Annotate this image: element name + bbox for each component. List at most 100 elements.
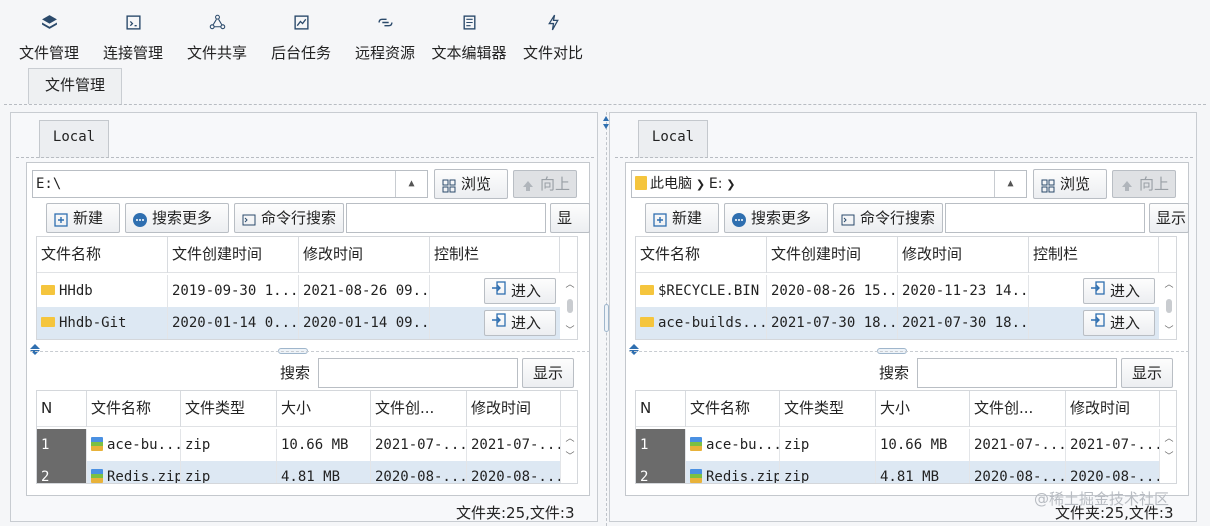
search-input[interactable] xyxy=(917,358,1117,388)
chevron-updown-icon[interactable]: ▲ xyxy=(994,171,1026,197)
scroll-up-icon[interactable]: ︿ xyxy=(563,431,577,444)
table-row[interactable]: $RECYCLE.BIN 2020-08-26 15... 2020-11-23… xyxy=(636,275,1159,307)
command-search-input[interactable] xyxy=(945,203,1145,233)
path-combobox[interactable]: E:\ ▲ xyxy=(32,170,428,198)
tab-local[interactable]: Local xyxy=(39,120,109,158)
column-header[interactable]: 文件名称 xyxy=(686,391,780,427)
column-header[interactable]: 修改时间 xyxy=(898,237,1029,273)
link-icon xyxy=(352,14,418,36)
column-header[interactable]: 修改时间 xyxy=(467,391,561,427)
column-header[interactable]: 大小 xyxy=(277,391,371,427)
toolbar-file-share[interactable]: 文件共享 xyxy=(184,14,250,63)
file-table: N 文件名称 文件类型 大小 文件创... 修改时间 1 ace-bu... z… xyxy=(36,390,578,484)
folder-table: 文件名称 文件创建时间 修改时间 控制栏 $RECYCLE.BIN 2020-0… xyxy=(635,236,1177,340)
column-header[interactable]: 文件创建时间 xyxy=(767,237,898,273)
browse-button[interactable]: 浏览 xyxy=(434,169,508,199)
enter-button[interactable]: 进入 xyxy=(484,310,556,336)
tab-local[interactable]: Local xyxy=(638,120,708,158)
file-name-cell: ace-bu... xyxy=(87,429,181,461)
table-row[interactable]: ace-builds... 2021-07-30 18... 2021-07-3… xyxy=(636,307,1159,339)
up-button[interactable]: 向上 xyxy=(513,170,577,198)
table-row[interactable]: 1 ace-bu... zip 10.66 MB 2021-07-... 202… xyxy=(37,429,561,461)
section-divider xyxy=(629,351,1189,352)
show-button[interactable]: 显示 xyxy=(522,358,574,388)
command-search-button[interactable]: 命令行搜索 xyxy=(833,203,943,233)
column-header[interactable]: 控制栏 xyxy=(430,237,560,273)
toolbar-remote-resources[interactable]: 远程资源 xyxy=(352,14,418,63)
scroll-up-icon[interactable]: ︿ xyxy=(563,277,577,290)
folder-table: 文件名称 文件创建时间 修改时间 控制栏 HHdb 2019-09-30 1..… xyxy=(36,236,578,340)
file-type-cell: zip xyxy=(181,461,277,483)
search-more-button[interactable]: 搜索更多 xyxy=(724,203,828,233)
browse-button[interactable]: 浏览 xyxy=(1033,169,1107,199)
folder-table-scrollbar[interactable]: ︿ ﹀ xyxy=(1162,275,1176,339)
enter-icon xyxy=(491,279,507,303)
scroll-down-icon[interactable]: ﹀ xyxy=(563,449,577,462)
column-header[interactable]: 文件类型 xyxy=(181,391,277,427)
activity-chart-icon xyxy=(268,14,334,36)
chevron-right-icon[interactable]: ❯ xyxy=(692,178,709,191)
table-row[interactable]: Hhdb-Git 2020-01-14 0... 2020-01-14 09..… xyxy=(37,307,560,339)
column-header[interactable]: N xyxy=(636,391,686,427)
column-header[interactable]: 文件创建时间 xyxy=(168,237,299,273)
action-cell: 进入 xyxy=(430,275,560,307)
table-row[interactable]: 2 Redis.zip zip 4.81 MB 2020-08-... 2020… xyxy=(636,461,1160,483)
folder-table-header: 文件名称 文件创建时间 修改时间 控制栏 xyxy=(636,237,1176,273)
show-button[interactable]: 显示 xyxy=(1149,203,1189,233)
column-header[interactable]: N xyxy=(37,391,87,427)
share-icon xyxy=(184,14,250,36)
table-row[interactable]: HHdb 2019-09-30 1... 2021-08-26 09... 进入 xyxy=(37,275,560,307)
column-header[interactable]: 大小 xyxy=(876,391,970,427)
folder-table-scrollbar[interactable]: ︿ ﹀ xyxy=(563,275,577,339)
show-label: 显示 xyxy=(1156,209,1187,227)
column-header[interactable]: 文件类型 xyxy=(780,391,876,427)
scroll-down-icon[interactable]: ﹀ xyxy=(1162,449,1176,462)
search-label: 搜索 xyxy=(280,364,311,382)
show-button[interactable]: 显 xyxy=(550,203,590,233)
enter-button[interactable]: 进入 xyxy=(1083,278,1155,304)
scroll-up-icon[interactable]: ︿ xyxy=(1162,277,1176,290)
new-button[interactable]: 新建 xyxy=(645,203,719,233)
up-button[interactable]: 向上 xyxy=(1112,170,1176,198)
table-row[interactable]: 2 Redis.zip zip 4.81 MB 2020-08-... 2020… xyxy=(37,461,561,483)
column-header[interactable]: 修改时间 xyxy=(1066,391,1160,427)
scroll-down-icon[interactable]: ﹀ xyxy=(1162,323,1176,336)
column-header[interactable]: 修改时间 xyxy=(299,237,430,273)
enter-button[interactable]: 进入 xyxy=(484,278,556,304)
search-input[interactable] xyxy=(318,358,518,388)
search-more-button[interactable]: 搜索更多 xyxy=(125,203,229,233)
toolbar-background-tasks[interactable]: 后台任务 xyxy=(268,14,334,63)
column-header[interactable]: 文件创... xyxy=(970,391,1066,427)
scroll-thumb[interactable] xyxy=(567,299,573,313)
enter-icon xyxy=(491,311,507,335)
scroll-thumb[interactable] xyxy=(1166,299,1172,313)
chevron-right-icon[interactable]: ❯ xyxy=(722,178,735,191)
enter-button[interactable]: 进入 xyxy=(1083,310,1155,336)
column-header[interactable]: 文件名称 xyxy=(87,391,181,427)
path-combobox[interactable]: 此电脑 ❯ E: ❯ ▲ xyxy=(631,170,1027,198)
toolbar-file-compare[interactable]: 文件对比 xyxy=(520,14,586,63)
tab-file-manager[interactable]: 文件管理 xyxy=(28,68,122,104)
new-button[interactable]: 新建 xyxy=(46,203,120,233)
row-number-cell: 2 xyxy=(37,461,87,483)
breadcrumb-item[interactable]: E: xyxy=(709,176,723,192)
up-label: 向上 xyxy=(1139,175,1170,193)
breadcrumb-item[interactable]: 此电脑 xyxy=(650,176,692,192)
chevron-updown-icon[interactable]: ▲ xyxy=(395,171,427,197)
show-button[interactable]: 显示 xyxy=(1121,358,1173,388)
column-header[interactable]: 控制栏 xyxy=(1029,237,1159,273)
file-table-scrollbar[interactable]: ︿ ﹀ xyxy=(563,429,577,483)
scroll-down-icon[interactable]: ﹀ xyxy=(563,323,577,336)
toolbar-connection-manager[interactable]: 连接管理 xyxy=(100,14,166,63)
command-search-input[interactable] xyxy=(346,203,546,233)
column-header[interactable]: 文件名称 xyxy=(636,237,767,273)
command-search-button[interactable]: 命令行搜索 xyxy=(234,203,344,233)
toolbar-text-editor[interactable]: 文本编辑器 xyxy=(428,14,510,63)
column-header[interactable]: 文件名称 xyxy=(37,237,168,273)
file-size-cell: 10.66 MB xyxy=(876,429,970,461)
toolbar-file-manager[interactable]: 文件管理 xyxy=(16,14,82,63)
file-table-scrollbar[interactable]: ︿ ﹀ xyxy=(1162,429,1176,483)
table-row[interactable]: 1 ace-bu... zip 10.66 MB 2021-07-... 202… xyxy=(636,429,1160,461)
scroll-up-icon[interactable]: ︿ xyxy=(1162,431,1176,444)
column-header[interactable]: 文件创... xyxy=(371,391,467,427)
